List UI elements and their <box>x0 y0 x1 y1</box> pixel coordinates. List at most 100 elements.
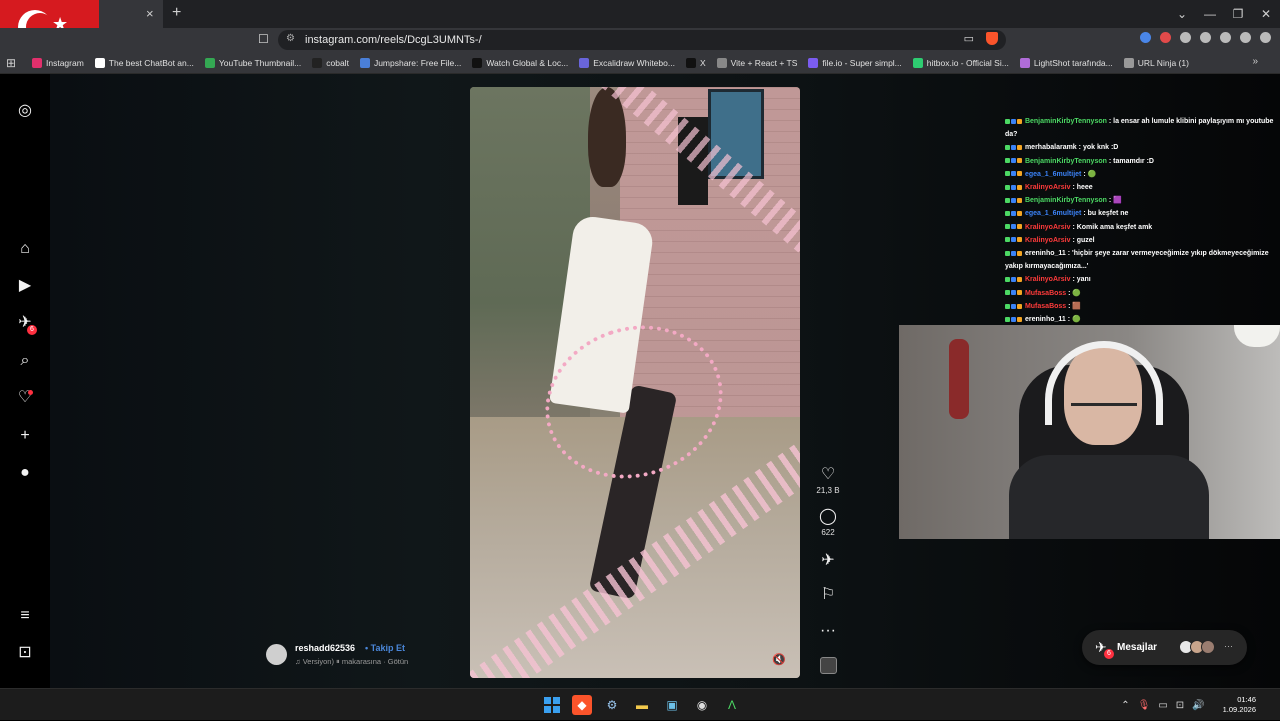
bookmark-item[interactable]: URL Ninja (1) <box>1123 57 1189 68</box>
chat-text: : 🟢 <box>1068 289 1082 297</box>
chat-text: : bu keşfet ne <box>1083 210 1129 218</box>
bookmark-item[interactable]: The best ChatBot an... <box>94 57 194 68</box>
chat-text: : 🟢 <box>1067 316 1081 324</box>
brave-shield-icon[interactable] <box>986 32 998 45</box>
create-icon[interactable]: + <box>16 427 34 445</box>
new-tab-button[interactable]: + <box>172 4 181 22</box>
tab-bar: ★ × + ⌄ — ❐ ✕ <box>0 0 1280 55</box>
chat-text: : 🟢 <box>1083 170 1097 178</box>
microphone-icon[interactable]: 🎙 <box>1138 700 1151 711</box>
author-avatar[interactable] <box>266 644 287 665</box>
chat-badge-icon <box>1005 224 1010 230</box>
bookmark-icon[interactable]: ☐ <box>258 32 269 46</box>
more-options-button[interactable]: ··· <box>810 622 846 640</box>
bookmark-item[interactable]: Instagram <box>32 57 84 68</box>
messages-badge: 6 <box>1104 649 1114 659</box>
share-button[interactable]: ✈ <box>810 552 846 570</box>
more-menu-icon[interactable]: ≡ <box>16 607 34 625</box>
show-hidden-icons[interactable]: ⌃ <box>1121 700 1129 711</box>
bookmark-icon: ⚐ <box>820 586 836 603</box>
instagram-logo-icon[interactable]: ◎ <box>16 102 34 120</box>
network-icon[interactable]: ⊡ <box>1176 700 1184 711</box>
bookmark-item[interactable]: cobalt <box>312 57 349 68</box>
start-button[interactable] <box>542 695 562 715</box>
bookmark-item[interactable]: file.io - Super simpl... <box>808 57 902 68</box>
browser-window: ★ × + ⌄ — ❐ ✕ ☐ ⚙ instagram.com/reels/Dc… <box>0 0 1280 688</box>
chat-badge-icon <box>1005 237 1010 243</box>
comment-icon: ◯ <box>819 508 837 525</box>
like-button[interactable]: ♡ 21,3 B <box>810 466 846 495</box>
mute-icon[interactable]: 🔇 <box>772 653 786 666</box>
audio-track-label[interactable]: ♫ Versiyon) ⏸ makarasına · Götün <box>295 657 408 667</box>
heart-icon: ♡ <box>820 466 836 483</box>
chat-message: KralinyoArsiv : Komik ama keşfet amk <box>1005 221 1277 234</box>
author-username[interactable]: reshadd62536 <box>295 643 355 653</box>
app-icon[interactable]: ▣ <box>662 695 682 715</box>
bookmark-item[interactable]: hitbox.io - Official Si... <box>912 57 1009 68</box>
bookmark-item[interactable]: X <box>685 57 706 68</box>
extension-icon[interactable] <box>1140 32 1151 43</box>
chat-badge-icon <box>1011 184 1016 190</box>
bookmark-item[interactable]: Excalidraw Whitebo... <box>579 57 675 68</box>
tab-search-icon[interactable]: ⌄ <box>1168 0 1196 28</box>
brave-browser-icon[interactable]: ◆ <box>572 695 592 715</box>
extension-icon[interactable] <box>1160 32 1171 43</box>
bookmark-favicon-icon <box>204 57 215 68</box>
chat-badge-icon <box>1017 290 1022 296</box>
url-text[interactable]: instagram.com/reels/DcgL3UMNTs-/ <box>305 34 482 46</box>
audio-thumbnail[interactable] <box>820 657 837 674</box>
file-explorer-icon[interactable]: ▬ <box>632 695 652 715</box>
terminal-icon[interactable]: Ʌ <box>722 695 742 715</box>
home-icon[interactable]: ⌂ <box>16 240 34 258</box>
bookmark-item[interactable]: Jumpshare: Free File... <box>359 57 461 68</box>
chat-badge-icon <box>1005 118 1010 124</box>
address-bar[interactable]: ⚙ instagram.com/reels/DcgL3UMNTs-/ ▭ <box>278 30 1006 50</box>
chat-text: : yanı <box>1072 276 1091 284</box>
bookmark-favicon-icon <box>32 57 42 68</box>
follow-button[interactable]: • Takip Et <box>365 643 405 653</box>
also-from-meta-icon[interactable]: ⊡ <box>16 644 34 662</box>
restore-button[interactable]: ❐ <box>1224 0 1252 28</box>
chat-text: : tamamdır :D <box>1108 157 1154 165</box>
chat-text: : heee <box>1072 184 1093 192</box>
bookmarks-overflow-icon[interactable]: » <box>1252 56 1258 67</box>
bookmark-favicon-icon <box>579 57 590 68</box>
system-clock[interactable]: 01:46 1.09.2026 <box>1223 695 1256 715</box>
site-info-icon[interactable]: ⚙ <box>286 33 295 44</box>
music-icon[interactable] <box>1200 32 1211 43</box>
display-icon[interactable]: ▭ <box>1158 700 1167 711</box>
bookmark-item[interactable]: Watch Global & Loc... <box>472 57 568 68</box>
chat-badge-icon <box>1005 171 1010 177</box>
chat-message: KralinyoArsiv : guzel <box>1005 234 1277 247</box>
chat-message: MufasaBoss : 🟫 <box>1005 300 1277 313</box>
bookmark-item[interactable]: Vite + React + TS <box>716 57 797 68</box>
reel-video[interactable]: 🔇 <box>470 87 800 678</box>
chat-badge-icon <box>1005 197 1010 203</box>
minimize-button[interactable]: — <box>1196 0 1224 28</box>
chat-badge-icon <box>1005 145 1010 151</box>
cast-icon[interactable]: ▭ <box>964 32 974 45</box>
chat-badge-icon <box>1011 158 1016 164</box>
search-icon[interactable]: ⌕ <box>16 352 34 370</box>
reels-icon[interactable]: ▶ <box>16 277 34 295</box>
chat-badge-icon <box>1017 250 1022 256</box>
bookmark-item[interactable]: YouTube Thumbnail... <box>204 57 302 68</box>
extensions-puzzle-icon[interactable] <box>1180 32 1191 43</box>
chat-message: egea_1_6multijet : bu keşfet ne <box>1005 207 1277 220</box>
wallet-icon[interactable] <box>1240 32 1251 43</box>
save-button[interactable]: ⚐ <box>810 586 846 604</box>
chat-username: KralinyoArsiv <box>1024 236 1071 244</box>
tab-close-icon[interactable]: × <box>146 6 154 21</box>
messages-button[interactable]: ✈ 6 Mesajlar ··· <box>1082 630 1247 665</box>
comment-button[interactable]: ◯ 622 <box>810 508 846 537</box>
apps-grid-icon[interactable]: ⊞ <box>6 56 32 70</box>
close-window-button[interactable]: ✕ <box>1252 0 1280 28</box>
steam-icon[interactable]: ⚙ <box>602 695 622 715</box>
profile-avatar-icon[interactable]: ● <box>16 464 34 482</box>
sidebar-icon[interactable] <box>1220 32 1231 43</box>
obs-icon[interactable]: ◉ <box>692 695 712 715</box>
bookmark-item[interactable]: LightShot tarafında... <box>1019 57 1113 68</box>
volume-icon[interactable]: 🔊 <box>1192 700 1204 711</box>
menu-icon[interactable] <box>1260 32 1271 43</box>
bookmark-label: YouTube Thumbnail... <box>218 57 302 68</box>
